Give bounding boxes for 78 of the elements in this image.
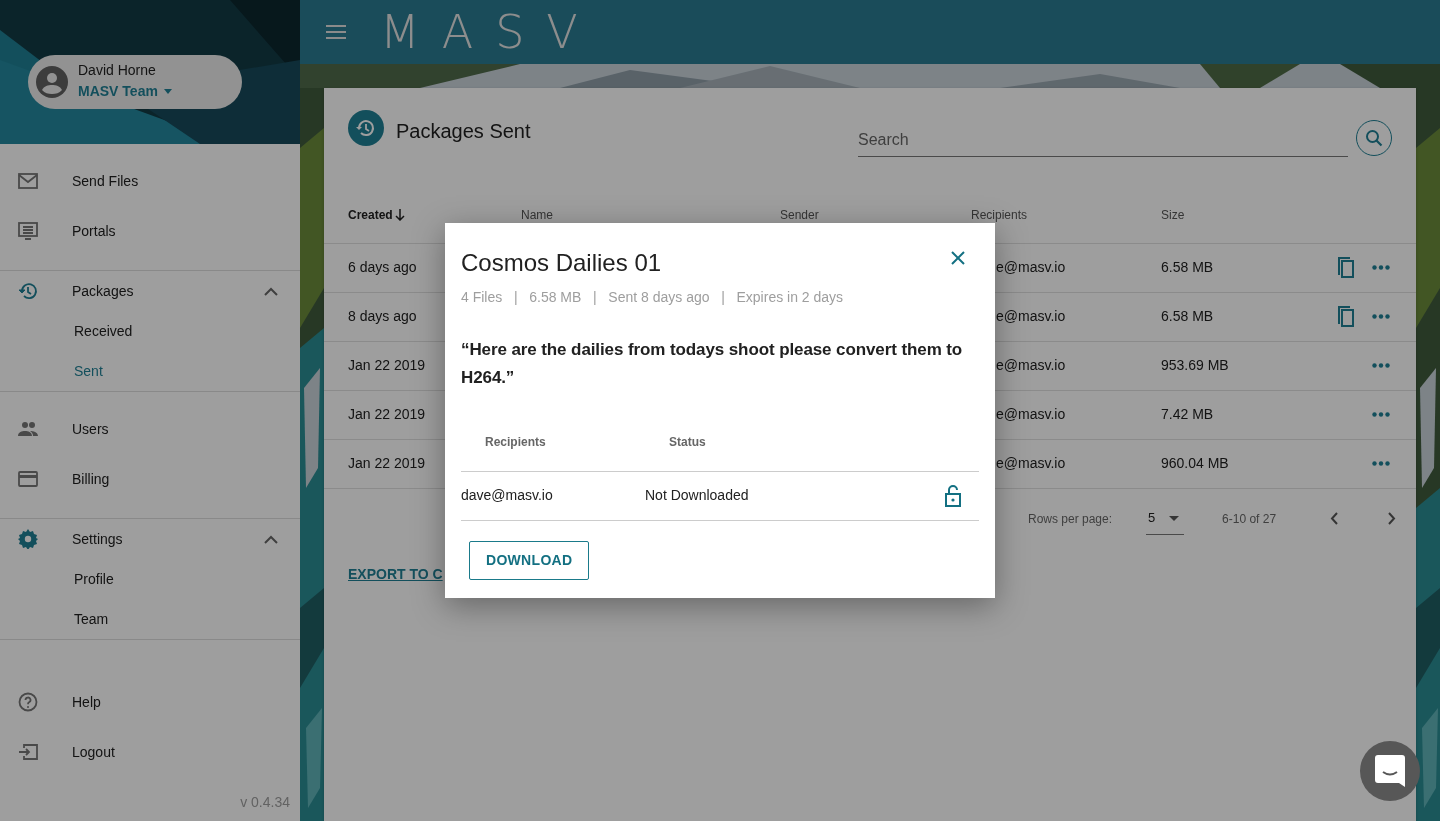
table-cell: Jan 22 2019 (348, 357, 426, 373)
caret-icon (1169, 515, 1180, 521)
chevron-up-icon (264, 286, 278, 296)
menu-icon[interactable] (326, 25, 346, 39)
table-cell: 953.69 MB (1161, 357, 1229, 373)
table-cell: 960.04 MB (1161, 455, 1229, 471)
column-header[interactable]: Created (348, 205, 405, 224)
arrow-down-icon (394, 208, 405, 221)
table-cell: dave@masv.io (461, 487, 553, 503)
team-name: MASV Team (78, 82, 158, 100)
history-icon (348, 110, 384, 146)
logout-icon (18, 742, 38, 762)
page-range: 6-10 of 27 (1222, 510, 1277, 528)
sidebar-item[interactable]: Send Files (0, 156, 300, 206)
sidebar-item[interactable]: Logout (0, 727, 300, 777)
chevron-up-icon (264, 534, 278, 544)
sidebar-item[interactable]: Settings (0, 519, 300, 559)
more-icon[interactable] (1372, 461, 1390, 466)
sidebar-subitem[interactable]: Team (0, 599, 300, 639)
rows-per-page-label: Rows per page: (1028, 510, 1113, 528)
mail-icon (18, 171, 38, 191)
search-field[interactable]: Search (858, 124, 1348, 157)
help-icon (18, 692, 38, 712)
history-icon (18, 281, 38, 301)
table-cell-text: e@masv.io (995, 357, 1066, 373)
version-label: v 0.4.34 (239, 793, 291, 812)
table-cell: 6.58 MB (1161, 259, 1214, 275)
rows-per-page-select[interactable]: 5 (1146, 502, 1185, 535)
chat-icon (1375, 755, 1405, 787)
table-cell-text: e@masv.io (995, 406, 1066, 422)
sidebar-subitem[interactable]: Received (0, 311, 300, 351)
table-cell-text: e@masv.io (995, 308, 1066, 324)
table-cell: 7.42 MB (1161, 406, 1214, 422)
sidebar-subitem[interactable]: Sent (0, 351, 300, 391)
table-cell-text: e@masv.io (995, 455, 1066, 471)
table-cell-text: e@masv.io (995, 259, 1066, 275)
more-icon[interactable] (1372, 363, 1390, 368)
page-title: Packages Sent (396, 119, 531, 144)
avatar-icon (36, 66, 68, 98)
sidebar-item[interactable]: Portals (0, 206, 300, 256)
table-cell: 8 days ago (348, 308, 417, 324)
close-icon[interactable] (951, 251, 965, 265)
table-cell: 6.58 MB (1161, 308, 1214, 324)
column-header[interactable]: Name (521, 205, 553, 224)
download-button[interactable]: DOWNLOAD (469, 540, 590, 580)
column-header[interactable]: Recipients (971, 205, 1028, 224)
chevron-left-icon[interactable] (1330, 512, 1339, 525)
chevron-right-icon[interactable] (1388, 512, 1397, 525)
caret-icon (163, 88, 172, 94)
column-header: Recipients (485, 435, 546, 450)
search-icon (1365, 129, 1383, 147)
lock-icon (945, 484, 961, 507)
table-cell: Jan 22 2019 (348, 455, 426, 471)
table-cell: Jan 22 2019 (348, 406, 426, 422)
package-details: 4 Files | 6.58 MB | Sent 8 days ago | Expires in 2 days (461, 288, 845, 307)
settings-icon (18, 529, 38, 549)
sidebar-item[interactable]: Billing (0, 454, 300, 504)
sidebar-item[interactable]: Users (0, 404, 300, 454)
monitor-icon (18, 221, 38, 241)
more-icon[interactable] (1372, 314, 1390, 319)
sidebar-item[interactable]: Help (0, 677, 300, 727)
credit-card-icon (18, 469, 38, 489)
more-icon[interactable] (1372, 265, 1390, 270)
sidebar-subitem[interactable]: Profile (0, 559, 300, 599)
column-header: Status (669, 435, 706, 450)
table-cell: 6 days ago (348, 259, 417, 275)
user-name: David Horne (78, 61, 157, 79)
column-header[interactable]: Sender (780, 205, 819, 224)
package-message: “Here are the dailies from todays shoot please convert them to H264.” (461, 339, 964, 389)
table-cell: Not Downloaded (645, 487, 749, 503)
column-header[interactable]: Size (1161, 205, 1185, 224)
user-menu[interactable]: David Horne MASV Team (28, 55, 242, 109)
search-button[interactable] (1356, 120, 1392, 156)
users-icon (18, 419, 38, 439)
sidebar-item[interactable]: Packages (0, 271, 300, 311)
dialog-title: Cosmos Dailies 01 (461, 248, 662, 278)
more-icon[interactable] (1372, 412, 1390, 417)
logo: MASV (380, 9, 600, 55)
